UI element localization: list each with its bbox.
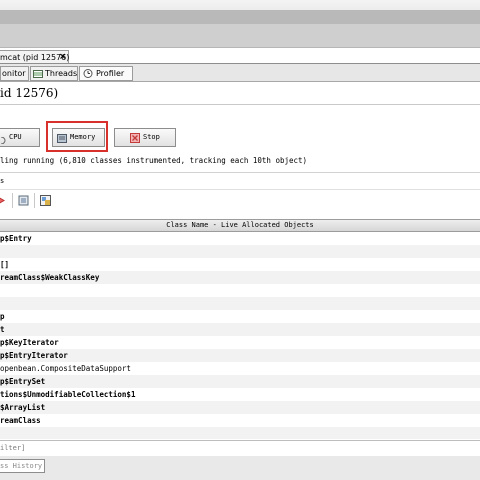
table-row[interactable]: p xyxy=(0,310,480,323)
class-name: p$EntryIterator xyxy=(0,351,68,360)
class-name: reamClass$WeakClassKey xyxy=(0,273,100,282)
class-name: p$Entry xyxy=(0,234,32,243)
header-divider xyxy=(0,104,480,105)
view-title: id 12576) xyxy=(0,86,59,100)
save-results-icon[interactable] xyxy=(40,195,51,206)
toolbar-separator xyxy=(12,193,13,208)
main-toolbar-area xyxy=(0,24,480,47)
tab-threads-label: Threads xyxy=(45,69,78,78)
cpu-icon xyxy=(0,134,6,145)
class-name: tions$UnmodifiableCollection$1 xyxy=(0,390,136,399)
title-bar xyxy=(0,10,480,24)
table-row[interactable]: [] xyxy=(0,258,480,271)
tab-monitor-label: onitor xyxy=(2,69,26,78)
tab-class-history-label: ss History xyxy=(0,462,43,470)
snapshot-icon[interactable] xyxy=(18,195,29,206)
table-row[interactable]: p$EntrySet xyxy=(0,375,480,388)
tab-profiler-label: Profiler xyxy=(96,69,125,78)
class-name: p$EntrySet xyxy=(0,377,46,386)
table-row[interactable]: p$Entry xyxy=(0,232,480,245)
table-row-partial[interactable] xyxy=(0,427,480,439)
class-name: $ArrayList xyxy=(0,403,46,412)
table-row[interactable]: t xyxy=(0,323,480,336)
tab-threads[interactable]: Threads xyxy=(30,66,78,81)
toolbar-separator-2 xyxy=(34,193,35,208)
table-row[interactable]: openbean.CompositeDataSupport xyxy=(0,362,480,375)
cpu-button-label: CPU xyxy=(9,133,22,141)
stop-results-icon[interactable] xyxy=(0,195,7,206)
class-name: [] xyxy=(0,260,10,269)
stop-button[interactable]: Stop xyxy=(114,128,176,147)
tab-profiler[interactable]: Profiler xyxy=(79,66,133,81)
cpu-button[interactable]: CPU xyxy=(0,128,40,147)
bottom-tab-bar xyxy=(0,456,480,480)
tab-class-history[interactable]: ss History xyxy=(0,459,45,473)
table-row[interactable] xyxy=(0,297,480,310)
table-row[interactable]: tions$UnmodifiableCollection$1 xyxy=(0,388,480,401)
table-row[interactable]: reamClass xyxy=(0,414,480,427)
table-row[interactable] xyxy=(0,284,480,297)
view-header xyxy=(0,82,480,104)
profiler-clock-icon xyxy=(83,69,93,78)
class-name: reamClass xyxy=(0,416,41,425)
class-name: t xyxy=(0,325,5,334)
profiling-status: ling running (6,810 classes instrumented… xyxy=(0,156,308,165)
tab-monitor[interactable]: onitor xyxy=(0,66,29,81)
stop-button-label: Stop xyxy=(143,133,160,141)
memory-button-highlight xyxy=(46,121,108,152)
class-name: p$KeyIterator xyxy=(0,338,59,347)
stop-icon xyxy=(130,133,140,143)
toolbar-divider xyxy=(0,189,480,190)
table-header-class-name[interactable]: Class Name - Live Allocated Objects xyxy=(0,219,480,232)
table-row[interactable]: reamClass$WeakClassKey xyxy=(0,271,480,284)
table-row[interactable]: p$KeyIterator xyxy=(0,336,480,349)
filter-placeholder: ilter] xyxy=(0,444,26,452)
filter-field[interactable]: ilter] xyxy=(0,440,480,457)
class-name: p xyxy=(0,312,5,321)
document-tab[interactable]: mcat (pid 12576) × xyxy=(0,50,69,64)
table-row[interactable]: $ArrayList xyxy=(0,401,480,414)
class-name: openbean.CompositeDataSupport xyxy=(0,364,131,373)
table-row[interactable]: p$EntryIterator xyxy=(0,349,480,362)
table-row[interactable] xyxy=(0,245,480,258)
results-section-label: s xyxy=(0,177,5,185)
status-divider xyxy=(0,172,480,173)
threads-icon xyxy=(33,69,43,78)
